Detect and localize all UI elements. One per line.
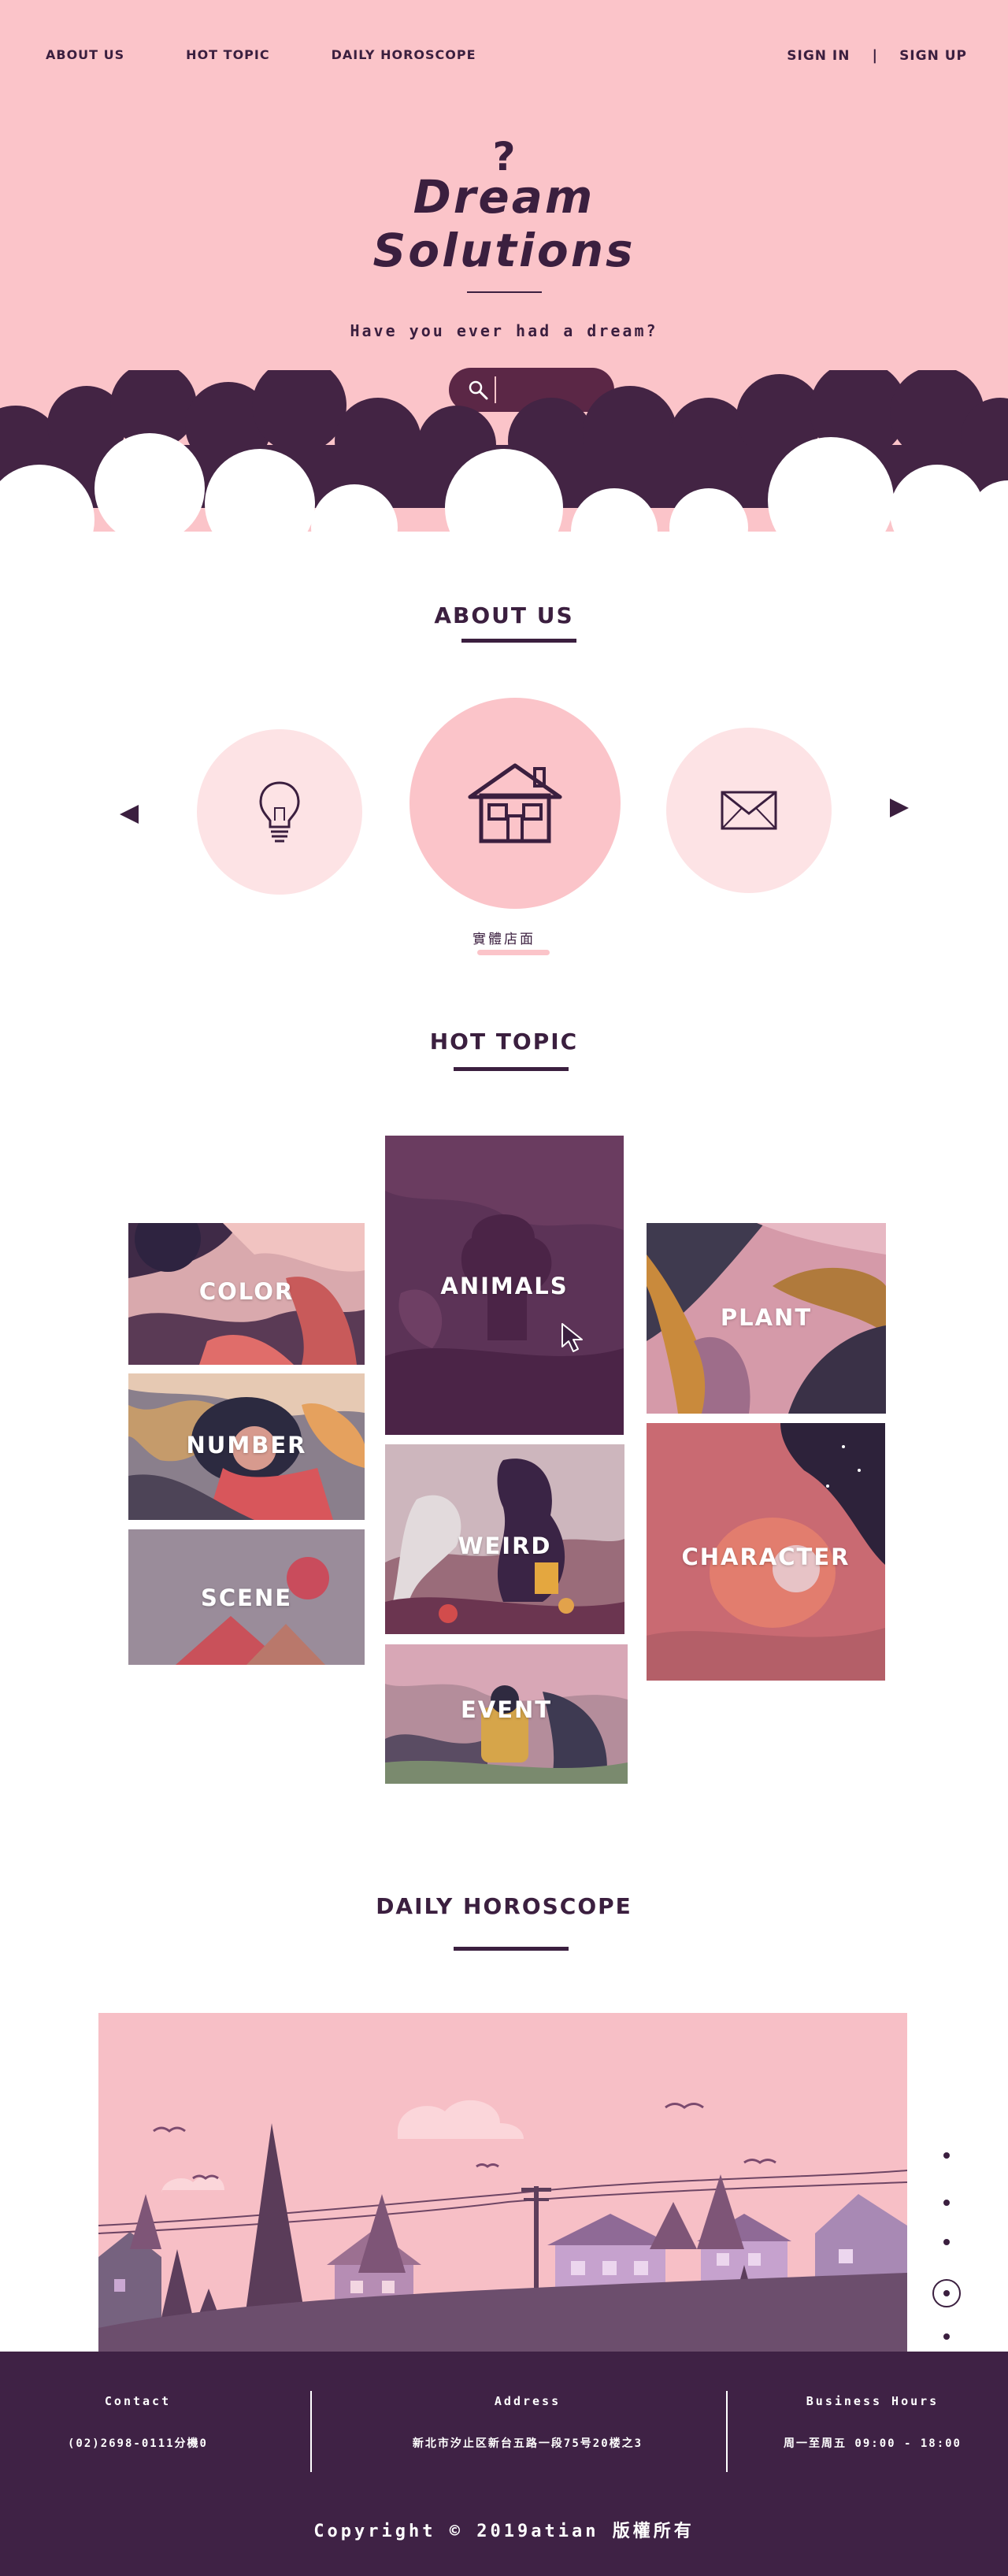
about-title: ABOUT US: [434, 602, 574, 628]
account-nav: SIGN IN | SIGN UP: [787, 47, 967, 64]
topic-tile-color[interactable]: COLOR: [128, 1223, 365, 1365]
footer-address-label: Address: [494, 2394, 561, 2408]
slide-dot-3[interactable]: [943, 2239, 950, 2245]
horoscope-title: DAILY HOROSCOPE: [376, 1893, 632, 1919]
page: ABOUT US HOT TOPIC DAILY HOROSCOPE SIGN …: [0, 0, 1008, 2576]
footer-copyright: Copyright © 2019atian 版權所有: [313, 2522, 695, 2541]
footer-hours-value: 周一至周五 09:00 - 18:00: [783, 2437, 962, 2450]
nav-daily-horoscope[interactable]: DAILY HOROSCOPE: [332, 47, 476, 62]
topic-tile-plant[interactable]: PLANT: [647, 1223, 886, 1414]
footer-divider-2: [726, 2391, 728, 2472]
topic-tile-scene[interactable]: SCENE: [128, 1529, 365, 1665]
brand-rule: [467, 291, 542, 293]
tile-label-event: EVENT: [460, 1696, 553, 1723]
tile-label-scene: SCENE: [200, 1585, 293, 1611]
hero: ABOUT US HOT TOPIC DAILY HOROSCOPE SIGN …: [0, 0, 1008, 551]
tile-label-color: COLOR: [198, 1278, 295, 1305]
slide-dot-5[interactable]: [943, 2333, 950, 2340]
footer-contact-label: Contact: [104, 2394, 172, 2408]
sign-in-link[interactable]: SIGN IN: [787, 48, 850, 64]
tile-label-plant: PLANT: [720, 1304, 813, 1331]
brand-logo[interactable]: Dream Solutions: [0, 170, 1008, 277]
about-title-rule: [461, 639, 576, 643]
topic-tile-event[interactable]: EVENT: [385, 1644, 628, 1784]
sign-up-link[interactable]: SIGN UP: [899, 48, 967, 64]
envelope-icon: [721, 791, 777, 830]
footer: Contact (02)2698-0111分機0 Address 新北市汐止区新…: [0, 2352, 1008, 2576]
footer-divider-1: [310, 2391, 312, 2472]
slide-dot-1[interactable]: [943, 2152, 950, 2159]
footer-address: Address 新北市汐止区新台五路一段75号20楼之3: [378, 2394, 677, 2451]
mouse-cursor-icon: [561, 1323, 583, 1352]
tile-label-weird: WEIRD: [458, 1533, 552, 1559]
topic-tile-animals[interactable]: ANIMALS: [385, 1136, 624, 1435]
footer-address-value: 新北市汐止区新台五路一段75号20楼之3: [412, 2437, 643, 2450]
about-item-contact[interactable]: [666, 728, 832, 893]
hero-tagline: Have you ever had a dream?: [350, 321, 658, 340]
slide-dot-4[interactable]: [943, 2290, 950, 2296]
footer-hours: Business Hours 周一至周五 09:00 - 18:00: [770, 2394, 975, 2451]
carousel-next-icon[interactable]: [888, 797, 910, 819]
brand-line-2: Solutions: [372, 224, 636, 277]
topic-tile-number[interactable]: NUMBER: [128, 1373, 365, 1520]
horoscope-landscape-illustration: [98, 2013, 907, 2352]
about-item-store[interactable]: [410, 698, 621, 909]
horoscope-banner[interactable]: [98, 2013, 907, 2352]
house-icon: [468, 763, 562, 843]
hot-topic-title: HOT TOPIC: [429, 1029, 579, 1054]
footer-contact: Contact (02)2698-0111分機0: [32, 2394, 244, 2451]
footer-contact-value[interactable]: (02)2698-0111分機0: [32, 2435, 244, 2451]
tile-label-number: NUMBER: [186, 1432, 307, 1458]
tile-label-animals: ANIMALS: [440, 1273, 569, 1299]
hot-topic-title-rule: [454, 1067, 569, 1071]
topic-tile-weird[interactable]: WEIRD: [385, 1444, 624, 1634]
slide-dot-2[interactable]: [943, 2200, 950, 2206]
horoscope-title-rule: [454, 1947, 569, 1951]
nav-hot-topic[interactable]: HOT TOPIC: [186, 47, 269, 62]
about-item-ideas[interactable]: [197, 729, 362, 895]
main-nav: ABOUT US HOT TOPIC DAILY HOROSCOPE: [46, 47, 538, 62]
horoscope-slide-dots: [932, 2152, 961, 2340]
nav-about-us[interactable]: ABOUT US: [46, 47, 124, 62]
about-active-indicator: [477, 950, 550, 955]
tile-label-character: CHARACTER: [681, 1544, 850, 1570]
lightbulb-icon: [259, 781, 300, 843]
topic-tile-character[interactable]: CHARACTER: [647, 1423, 885, 1681]
carousel-prev-icon[interactable]: [118, 803, 140, 825]
cloud-border: [0, 370, 1008, 551]
about-active-caption: 實體店面: [472, 932, 536, 947]
footer-hours-label: Business Hours: [806, 2394, 939, 2408]
nav-separator: |: [872, 47, 878, 64]
brand-line-1: Dream: [413, 170, 595, 224]
